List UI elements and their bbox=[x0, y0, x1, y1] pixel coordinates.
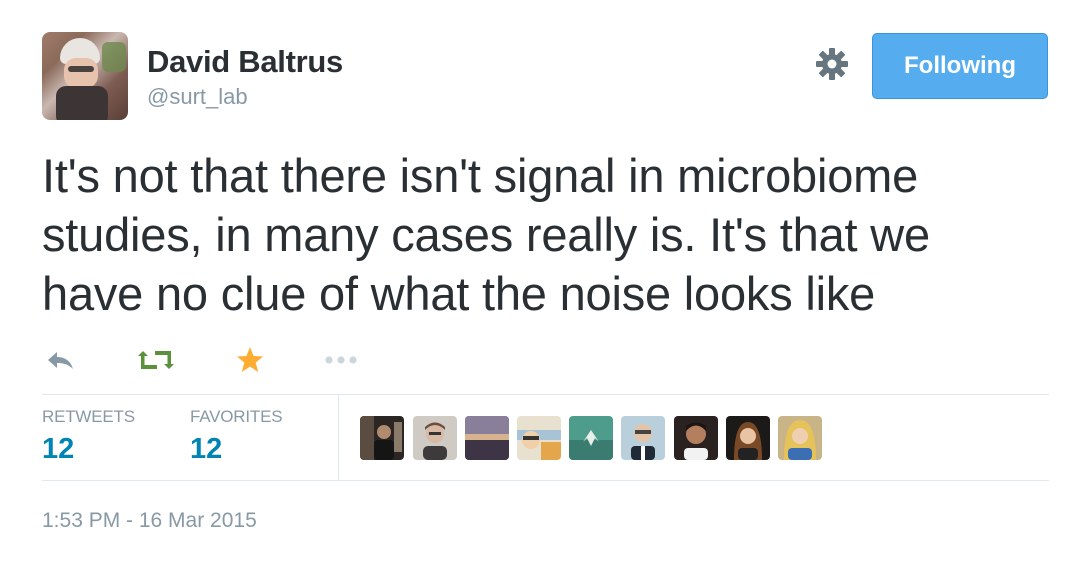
author-avatar[interactable] bbox=[42, 32, 128, 120]
more-icon[interactable] bbox=[322, 345, 360, 375]
tweet-text: It's not that there isn't signal in micr… bbox=[42, 149, 930, 320]
stats-divider bbox=[338, 395, 339, 480]
favoriter-avatar[interactable] bbox=[413, 416, 457, 460]
favoriter-avatar[interactable] bbox=[778, 416, 822, 460]
favorites-count: 12 bbox=[190, 433, 223, 465]
favorites-label: FAVORITES bbox=[190, 407, 283, 426]
favorites-stat[interactable]: FAVORITES 12 bbox=[190, 407, 283, 466]
favoriter-avatar[interactable] bbox=[674, 416, 718, 460]
author-handle[interactable]: @surt_lab bbox=[147, 84, 248, 110]
following-button[interactable]: Following bbox=[872, 33, 1048, 99]
retweet-icon[interactable] bbox=[137, 345, 175, 375]
retweets-label: RETWEETS bbox=[42, 407, 135, 426]
favoriter-avatar[interactable] bbox=[621, 416, 665, 460]
favoriter-avatar[interactable] bbox=[465, 416, 509, 460]
tweet-card: David Baltrus @surt_lab Following It's n… bbox=[0, 0, 1090, 572]
star-icon[interactable] bbox=[234, 345, 266, 375]
favoriter-avatar[interactable] bbox=[726, 416, 770, 460]
favoriter-avatar[interactable] bbox=[517, 416, 561, 460]
retweets-stat[interactable]: RETWEETS 12 bbox=[42, 407, 135, 466]
divider bbox=[42, 480, 1049, 481]
tweet-timestamp[interactable]: 1:53 PM - 16 Mar 2015 bbox=[42, 509, 257, 533]
gear-icon[interactable] bbox=[812, 44, 852, 84]
retweets-count: 12 bbox=[42, 433, 75, 465]
reply-icon[interactable] bbox=[44, 345, 78, 375]
favoriter-avatar[interactable] bbox=[569, 416, 613, 460]
favoriter-avatar[interactable] bbox=[360, 416, 404, 460]
divider bbox=[42, 394, 1049, 395]
author-name[interactable]: David Baltrus bbox=[147, 44, 343, 80]
